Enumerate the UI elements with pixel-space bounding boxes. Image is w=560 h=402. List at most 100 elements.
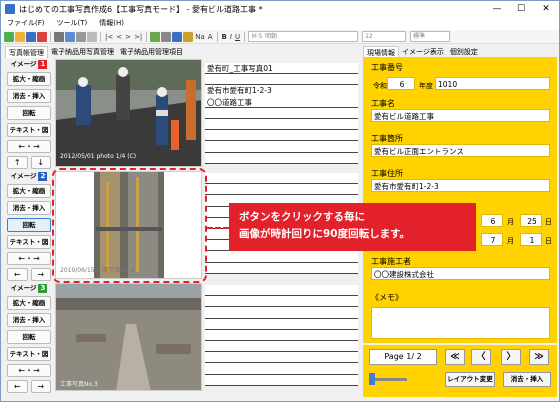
koji-mei-field[interactable]: 愛有ビル道路工事 bbox=[371, 109, 550, 122]
italic-button[interactable]: I bbox=[229, 33, 233, 41]
menu-tools[interactable]: ツール(T) bbox=[51, 17, 94, 30]
next-page-button[interactable]: 〉 bbox=[501, 349, 521, 365]
delete-insert-button[interactable]: 消去・挿入 bbox=[7, 201, 51, 215]
zoom-slider-handle[interactable] bbox=[369, 373, 375, 385]
memo-line[interactable] bbox=[205, 153, 358, 164]
memo-line[interactable] bbox=[205, 352, 358, 364]
memo-line[interactable] bbox=[205, 130, 358, 142]
memo-line[interactable] bbox=[205, 141, 358, 153]
memo-line[interactable] bbox=[205, 330, 358, 341]
new-icon[interactable] bbox=[4, 31, 14, 42]
grid-icon[interactable] bbox=[161, 31, 172, 42]
tab-manage-items[interactable]: 電子納品用管理項目 bbox=[117, 46, 186, 58]
layout-change-button[interactable]: レイアウト変更 bbox=[445, 372, 495, 387]
image-icon[interactable] bbox=[150, 31, 161, 42]
text-figure-button[interactable]: テキスト・図 bbox=[7, 235, 51, 249]
nav-next-icon[interactable]: > bbox=[124, 33, 132, 41]
zoom-button[interactable]: 拡大・縮画 bbox=[7, 296, 51, 310]
copy-icon[interactable] bbox=[76, 31, 86, 42]
memo-line[interactable] bbox=[205, 173, 358, 185]
a-label[interactable]: A bbox=[207, 33, 214, 41]
style-select[interactable]: 標準 bbox=[410, 31, 451, 42]
memo-line[interactable] bbox=[205, 296, 358, 308]
open-folder-icon[interactable] bbox=[15, 31, 25, 42]
minimize-button[interactable]: — bbox=[485, 1, 509, 17]
move-up-button[interactable]: ← bbox=[7, 268, 28, 281]
last-page-button[interactable]: ≫ bbox=[529, 349, 549, 365]
sekosha-field[interactable]: 〇〇建設株式会社 bbox=[371, 267, 550, 280]
delete-insert-button[interactable]: 消去・挿入 bbox=[7, 89, 51, 103]
memo-line[interactable] bbox=[205, 319, 358, 330]
delete-insert-page-button[interactable]: 消去・挿入 bbox=[503, 372, 551, 387]
end-day-field[interactable]: 1 bbox=[520, 233, 542, 246]
memo-line[interactable] bbox=[205, 285, 358, 297]
maximize-button[interactable]: ☐ bbox=[509, 1, 533, 17]
move-up-button[interactable]: ← bbox=[7, 380, 28, 393]
memo-line[interactable] bbox=[205, 74, 358, 86]
preview-icon[interactable] bbox=[65, 31, 75, 42]
callout-line-1: ボタンをクリックする毎に bbox=[239, 211, 365, 223]
memo-line[interactable]: 〇〇道路工事 bbox=[205, 97, 358, 108]
menu-info[interactable]: 情報(H) bbox=[93, 17, 130, 30]
text-icon[interactable] bbox=[183, 31, 194, 42]
swap-button[interactable]: ←・→ bbox=[7, 252, 51, 265]
nav-first-icon[interactable]: |< bbox=[104, 33, 114, 41]
underline-button[interactable]: U bbox=[234, 33, 241, 41]
close-button[interactable]: ✕ bbox=[534, 1, 558, 17]
koji-bango-field[interactable]: 1010 bbox=[435, 77, 550, 90]
memo-line[interactable] bbox=[205, 341, 358, 353]
move-down-button[interactable]: → bbox=[30, 380, 51, 393]
zoom-button[interactable]: 拡大・縮画 bbox=[7, 72, 51, 86]
memo-area-1[interactable]: 愛有町_工事写真01 愛有市愛有町1-2-3 〇〇道路工事 bbox=[205, 63, 358, 164]
camera-icon[interactable] bbox=[172, 31, 183, 42]
memo-line[interactable] bbox=[205, 307, 358, 319]
rotate-button[interactable]: 回転 bbox=[7, 218, 51, 232]
reiwa-year-field[interactable]: 6 bbox=[387, 77, 415, 90]
memo-line[interactable] bbox=[205, 119, 358, 131]
end-month-field[interactable]: 7 bbox=[481, 233, 503, 246]
delete-insert-button[interactable]: 消去・挿入 bbox=[7, 313, 51, 327]
memo-line[interactable]: 愛有町_工事写真01 bbox=[205, 63, 358, 75]
menu-file[interactable]: ファイル(F) bbox=[1, 17, 51, 30]
na-label[interactable]: Na bbox=[194, 33, 206, 41]
pdf-icon[interactable] bbox=[37, 31, 47, 42]
koji-jusho-field[interactable]: 愛有市愛有町1-2-3 bbox=[371, 179, 550, 192]
memo-line[interactable] bbox=[205, 363, 358, 375]
memo-line[interactable] bbox=[205, 184, 358, 196]
memo-line[interactable] bbox=[205, 375, 358, 386]
memo-line[interactable] bbox=[205, 108, 358, 119]
move-up-button[interactable]: ↑ bbox=[7, 156, 28, 169]
reiwa-label: 令和 bbox=[373, 82, 387, 90]
swap-button[interactable]: ←・→ bbox=[7, 364, 51, 377]
text-figure-button[interactable]: テキスト・図 bbox=[7, 123, 51, 137]
tab-album[interactable]: 写真帳管理 bbox=[5, 46, 48, 58]
photo-1[interactable]: 2012/05/01 photo 1/4 (C) bbox=[55, 59, 202, 167]
swap-button[interactable]: ←・→ bbox=[7, 140, 51, 153]
memo-line[interactable] bbox=[205, 263, 358, 274]
memo-line[interactable]: 愛有市愛有町1-2-3 bbox=[205, 85, 358, 96]
zoom-button[interactable]: 拡大・縮画 bbox=[7, 184, 51, 198]
prev-page-button[interactable]: 〈 bbox=[471, 349, 491, 365]
memo-field[interactable] bbox=[371, 307, 550, 339]
nav-prev-icon[interactable]: < bbox=[115, 33, 123, 41]
first-page-button[interactable]: ≪ bbox=[445, 349, 465, 365]
font-size-select[interactable]: 12 bbox=[362, 31, 407, 42]
memo-line[interactable] bbox=[205, 251, 358, 263]
start-month-field[interactable]: 6 bbox=[481, 214, 503, 227]
rotate-button[interactable]: 回転 bbox=[7, 330, 51, 344]
rotate-button[interactable]: 回転 bbox=[7, 106, 51, 120]
font-name-select[interactable]: ＭＳ 明朝 bbox=[248, 31, 359, 42]
paste-icon[interactable] bbox=[87, 31, 97, 42]
tab-photo-manage[interactable]: 電子納品用写真管理 bbox=[48, 46, 117, 58]
koji-kasho-field[interactable]: 愛有ビル正面エントランス bbox=[371, 144, 550, 157]
photo-3[interactable]: 工事写真No.3 bbox=[55, 283, 202, 391]
move-down-button[interactable]: → bbox=[30, 268, 51, 281]
move-down-button[interactable]: ↓ bbox=[30, 156, 51, 169]
start-day-field[interactable]: 25 bbox=[520, 214, 542, 227]
print-icon[interactable] bbox=[54, 31, 64, 42]
text-figure-button[interactable]: テキスト・図 bbox=[7, 347, 51, 361]
bold-button[interactable]: B bbox=[221, 33, 228, 41]
nav-last-icon[interactable]: >| bbox=[133, 33, 143, 41]
save-icon[interactable] bbox=[26, 31, 36, 42]
memo-area-3[interactable] bbox=[205, 285, 358, 386]
